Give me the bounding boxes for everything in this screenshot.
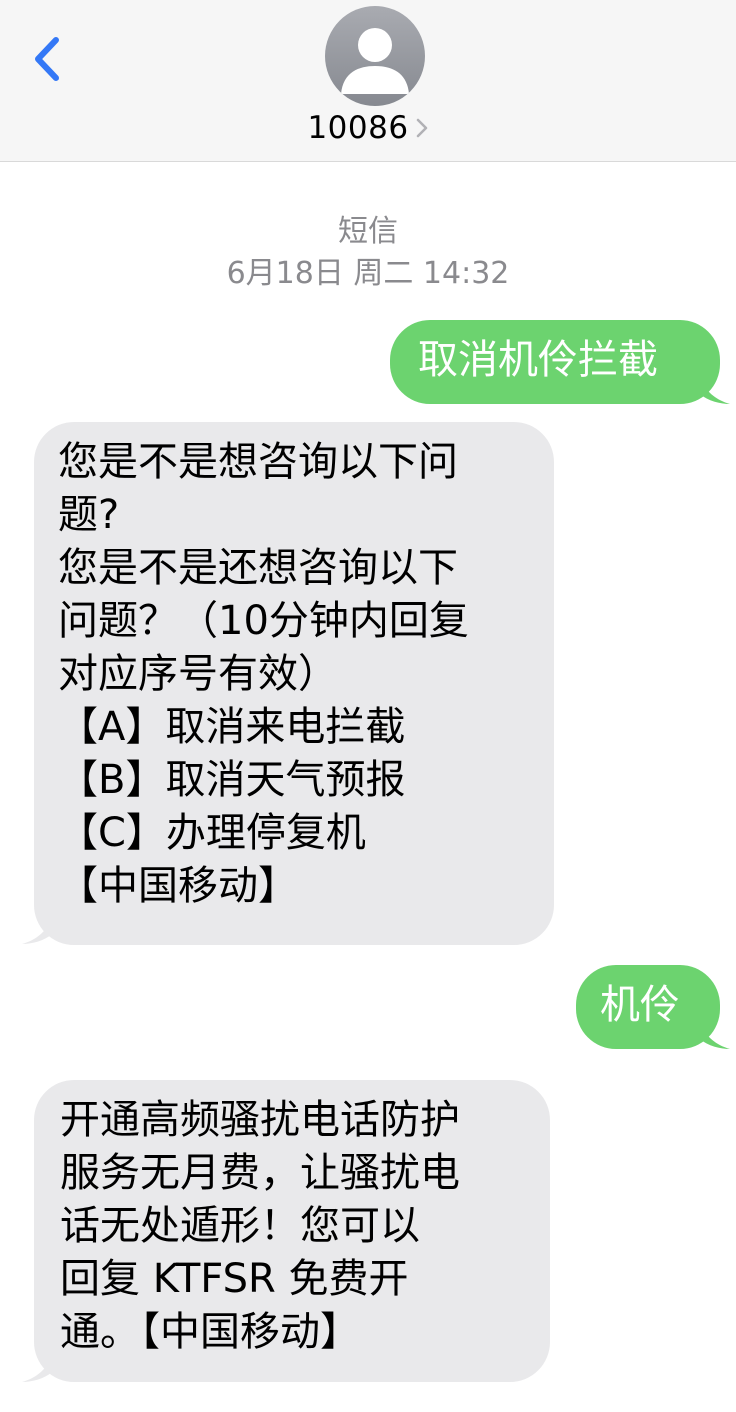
back-button[interactable]	[26, 32, 70, 84]
bubble-tail	[700, 1023, 730, 1049]
bubble-tail	[700, 378, 730, 404]
chevron-right-icon	[416, 118, 427, 138]
bubble-tail	[22, 1356, 52, 1382]
message-timestamp: 6月18日 周二 14:32	[226, 256, 510, 291]
contact-name-row[interactable]: 10086	[0, 108, 736, 148]
incoming-message-bubble[interactable]: 开通高频骚扰电话防护 服务无月费，让骚扰电 话无处遁形！您可以 回复 KTFSR…	[34, 1080, 550, 1382]
bubble-tail	[22, 918, 52, 944]
outgoing-message-bubble[interactable]: 机伶	[576, 965, 720, 1049]
incoming-message-bubble[interactable]: 您是不是想咨询以下问 题? 您是不是还想咨询以下 问题？（10分钟内回复 对应序…	[34, 422, 554, 945]
contact-avatar[interactable]	[325, 6, 425, 106]
person-silhouette-icon	[341, 28, 409, 94]
chevron-left-icon	[35, 37, 59, 81]
conversation-header: 10086	[0, 0, 736, 162]
contact-name: 10086	[307, 110, 409, 146]
outgoing-message-bubble[interactable]: 取消机伶拦截	[390, 320, 720, 404]
message-type-label: 短信	[338, 214, 398, 249]
